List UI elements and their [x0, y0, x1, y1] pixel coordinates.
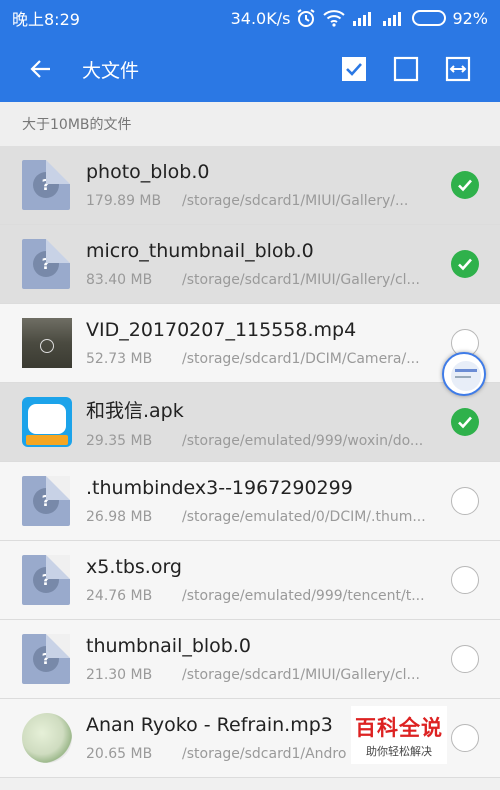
unknown-file-icon: ? — [22, 239, 70, 289]
file-size: 52.73 MB — [86, 351, 153, 367]
watermark-subtitle: 助你轻松解决 — [366, 745, 432, 758]
play-icon — [40, 338, 54, 353]
app-toolbar: 大文件 — [0, 36, 500, 102]
file-row[interactable]: ? micro_thumbnail_blob.0 83.40 MB/storag… — [0, 225, 500, 304]
file-path: /storage/sdcard1/MIUI/Gallery/cl... — [182, 272, 420, 288]
file-name: .thumbindex3--1967290299 — [86, 477, 353, 499]
battery-percent: 92% — [452, 8, 488, 28]
page-title: 大文件 — [82, 59, 140, 82]
file-name: micro_thumbnail_blob.0 — [86, 240, 314, 262]
expand-width-button[interactable] — [432, 43, 484, 95]
watermark: 百科全说 助你轻松解决 — [351, 706, 447, 764]
unchecked-circle-icon[interactable] — [451, 645, 479, 673]
network-speed: 34.0K/s — [230, 8, 291, 28]
file-path: /storage/sdcard1/DCIM/Camera/... — [182, 351, 420, 367]
file-size: 26.98 MB — [86, 509, 153, 525]
file-size: 29.35 MB — [86, 432, 153, 449]
checkbox-empty-icon — [393, 56, 419, 82]
unknown-file-icon: ? — [22, 476, 70, 526]
checked-circle-icon[interactable] — [451, 408, 479, 436]
file-name: thumbnail_blob.0 — [86, 635, 251, 657]
file-size: 21.30 MB — [86, 667, 153, 683]
select-all-button[interactable] — [328, 43, 380, 95]
file-row[interactable]: VID_20170207_115558.mp4 52.73 MB/storage… — [0, 304, 500, 383]
file-path: /storage/emulated/0/DCIM/.thum... — [182, 509, 426, 525]
battery-icon — [412, 10, 447, 26]
file-size: 20.65 MB — [86, 746, 153, 762]
file-row[interactable]: ? photo_blob.0 179.89 MB/storage/sdcard1… — [0, 146, 500, 225]
file-row[interactable]: ? .thumbindex3--1967290299 26.98 MB/stor… — [0, 462, 500, 541]
unknown-file-icon: ? — [22, 555, 70, 605]
apk-app-icon — [22, 397, 72, 447]
file-size: 24.76 MB — [86, 588, 153, 604]
file-size: 179.89 MB — [86, 193, 162, 209]
file-path: /storage/sdcard1/MIUI/Gallery/... — [182, 193, 409, 209]
file-row[interactable]: ? thumbnail_blob.0 21.30 MB/storage/sdca… — [0, 620, 500, 699]
deselect-all-button[interactable] — [380, 43, 432, 95]
file-row[interactable]: ? x5.tbs.org 24.76 MB/storage/emulated/9… — [0, 541, 500, 620]
file-row[interactable]: 和我信.apk 29.35 MB/storage/emulated/999/wo… — [0, 383, 500, 462]
section-header: 大于10MB的文件 — [0, 102, 500, 146]
file-path: /storage/emulated/999/tencent/t... — [182, 588, 425, 604]
status-bar: 晚上8:29 34.0K/s 92% — [0, 0, 500, 36]
signal-icon-1 — [352, 10, 376, 26]
horizontal-arrows-icon — [445, 56, 471, 82]
status-time: 晚上8:29 — [12, 10, 80, 29]
file-name: VID_20170207_115558.mp4 — [86, 319, 357, 341]
video-thumbnail — [22, 318, 72, 368]
checkbox-checked-icon — [342, 57, 366, 81]
unchecked-circle-icon[interactable] — [451, 724, 479, 752]
arrow-left-icon — [30, 60, 50, 78]
file-list: ? photo_blob.0 179.89 MB/storage/sdcard1… — [0, 146, 500, 778]
watermark-title: 百科全说 — [355, 716, 443, 740]
status-right: 34.0K/s 92% — [231, 8, 488, 28]
file-size: 83.40 MB — [86, 272, 153, 288]
unknown-file-icon: ? — [22, 634, 70, 684]
file-name: photo_blob.0 — [86, 161, 210, 183]
wifi-icon — [322, 9, 346, 27]
back-button[interactable] — [18, 46, 64, 92]
alarm-icon — [296, 8, 316, 28]
file-path: /storage/sdcard1/MIUI/Gallery/cl... — [182, 667, 420, 683]
file-name: x5.tbs.org — [86, 556, 182, 578]
checked-circle-icon[interactable] — [451, 250, 479, 278]
signal-icon-2 — [382, 10, 406, 26]
music-album-art — [22, 713, 72, 763]
file-path: /storage/emulated/999/woxin/do... — [182, 432, 424, 449]
checked-circle-icon[interactable] — [451, 171, 479, 199]
unchecked-circle-icon[interactable] — [451, 487, 479, 515]
file-name: 和我信.apk — [86, 399, 184, 422]
unchecked-circle-icon[interactable] — [451, 566, 479, 594]
unknown-file-icon: ? — [22, 160, 70, 210]
floating-assistant-button[interactable] — [442, 352, 486, 396]
file-path: /storage/sdcard1/Andro — [182, 746, 347, 762]
